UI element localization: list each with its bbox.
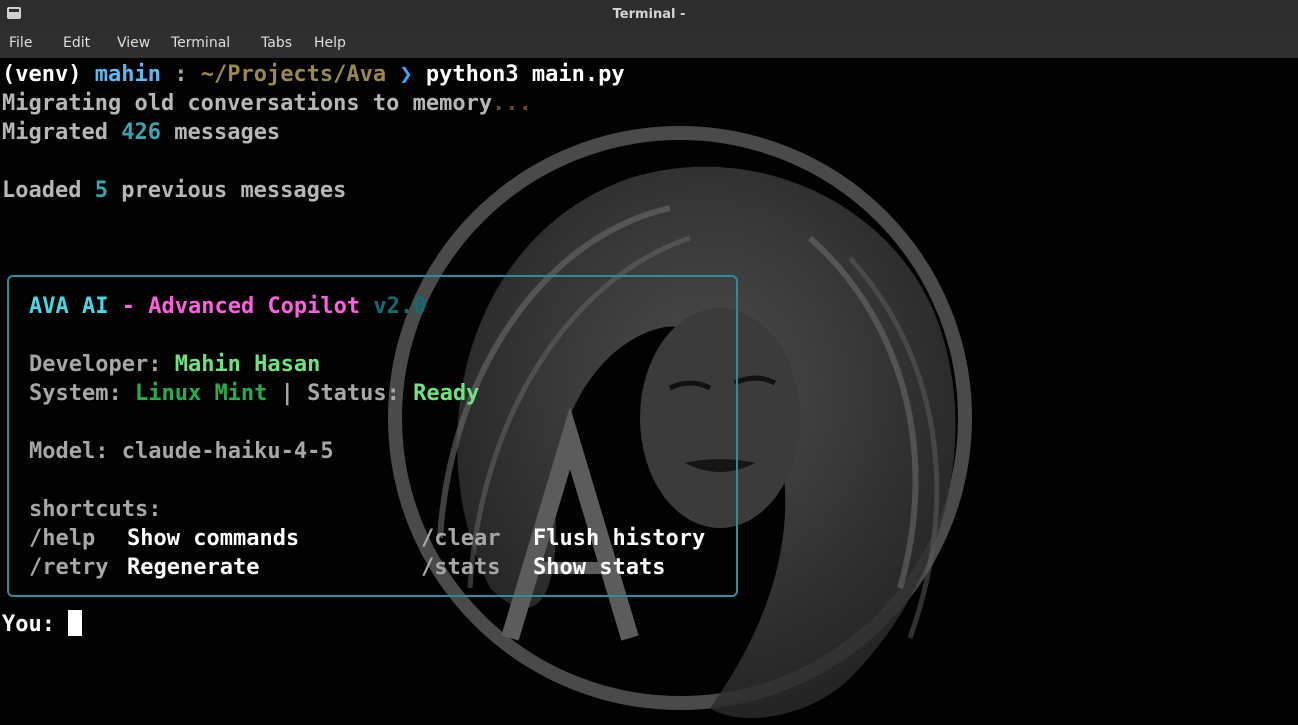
menu-help[interactable]: Help bbox=[314, 35, 346, 51]
migrated-prefix: Migrated bbox=[2, 120, 108, 145]
panel-title-version: v2.0 bbox=[373, 294, 427, 319]
status-value: Ready bbox=[413, 381, 480, 406]
model-line: Model: claude-haiku-4-5 bbox=[29, 437, 334, 466]
shortcut-cmd: /retry bbox=[29, 555, 109, 580]
shortcut-desc: Flush history bbox=[533, 526, 706, 551]
panel-title: AVA AI - Advanced Copilot v2.0 bbox=[29, 292, 426, 321]
menu-file[interactable]: File bbox=[9, 35, 32, 51]
prompt-command: python3 main.py bbox=[425, 62, 625, 87]
menu-bar: File Edit View Terminal Tabs Help bbox=[0, 30, 1298, 58]
shortcut-desc: Regenerate bbox=[127, 555, 260, 580]
title-bar: Terminal - bbox=[0, 0, 1298, 31]
migrated-line: Migrated 426 messages bbox=[2, 118, 280, 147]
prompt-separator: : bbox=[174, 62, 188, 87]
migrating-line: Migrating old conversations to memory... bbox=[2, 89, 532, 118]
model-label: Model: bbox=[29, 439, 109, 464]
loaded-line: Loaded 5 previous messages bbox=[2, 176, 346, 205]
shortcut-desc: Show stats bbox=[533, 555, 666, 580]
shortcut-clear-desc: Flush history bbox=[533, 524, 705, 553]
venv-label: (venv) bbox=[2, 62, 82, 87]
shortcut-cmd: /clear bbox=[421, 526, 501, 551]
loaded-count: 5 bbox=[94, 178, 108, 203]
migrated-suffix: messages bbox=[174, 120, 281, 145]
menu-tabs[interactable]: Tabs bbox=[261, 35, 292, 51]
prompt-user: mahin bbox=[94, 62, 161, 87]
menu-edit[interactable]: Edit bbox=[63, 35, 90, 51]
panel-title-ava: AVA AI bbox=[29, 294, 109, 319]
system-label: System: bbox=[29, 381, 122, 406]
menu-view[interactable]: View bbox=[117, 35, 150, 51]
prompt-path: ~/Projects/Ava bbox=[200, 62, 387, 87]
migrating-text: Migrating old conversations to memory bbox=[2, 91, 493, 116]
panel-title-dash: - bbox=[121, 294, 135, 319]
terminal-window: Terminal - File Edit View Terminal Tabs … bbox=[0, 0, 1298, 725]
shortcuts-label-text: shortcuts: bbox=[29, 497, 162, 522]
shortcut-cmd: /stats bbox=[421, 555, 501, 580]
panel-title-copilot: Advanced Copilot bbox=[148, 294, 361, 319]
system-value: Linux Mint bbox=[134, 381, 268, 406]
status-label: Status: bbox=[307, 381, 400, 406]
menu-terminal[interactable]: Terminal bbox=[171, 35, 230, 51]
shortcut-retry: /retry bbox=[29, 553, 108, 582]
migrating-dots: ... bbox=[492, 91, 532, 116]
input-line[interactable]: You: bbox=[2, 610, 83, 639]
prompt-line: (venv) mahin : ~/Projects/Ava ❯ python3 … bbox=[2, 60, 625, 89]
migrated-count: 426 bbox=[121, 120, 161, 145]
window-title: Terminal - bbox=[612, 7, 686, 22]
shortcut-help: /help bbox=[29, 524, 95, 553]
input-label: You: bbox=[2, 612, 55, 637]
developer-value: Mahin Hasan bbox=[174, 352, 321, 377]
shortcut-stats-desc: Show stats bbox=[533, 553, 665, 582]
developer-line: Developer: Mahin Hasan bbox=[29, 350, 320, 379]
loaded-prefix: Loaded bbox=[2, 178, 82, 203]
prompt-arrow-icon: ❯ bbox=[399, 62, 413, 87]
developer-label: Developer: bbox=[29, 352, 162, 377]
shortcut-retry-desc: Regenerate bbox=[127, 553, 259, 582]
shortcuts-label: shortcuts: bbox=[29, 495, 161, 524]
info-panel: AVA AI - Advanced Copilot v2.0 Developer… bbox=[7, 275, 738, 597]
shortcut-cmd: /help bbox=[29, 526, 96, 551]
terminal-output: (venv) mahin : ~/Projects/Ava ❯ python3 … bbox=[0, 58, 1298, 725]
loaded-suffix: previous messages bbox=[121, 178, 347, 203]
shortcut-stats: /stats bbox=[421, 553, 500, 582]
terminal-content[interactable]: (venv) mahin : ~/Projects/Ava ❯ python3 … bbox=[0, 58, 1298, 725]
model-value: claude-haiku-4-5 bbox=[121, 439, 334, 464]
text-cursor bbox=[68, 610, 83, 636]
shortcut-desc: Show commands bbox=[127, 526, 300, 551]
shortcut-help-desc: Show commands bbox=[127, 524, 299, 553]
system-line: System: Linux Mint | Status: Ready bbox=[29, 379, 479, 408]
pipe-separator: | bbox=[280, 381, 294, 406]
shortcut-clear: /clear bbox=[421, 524, 500, 553]
